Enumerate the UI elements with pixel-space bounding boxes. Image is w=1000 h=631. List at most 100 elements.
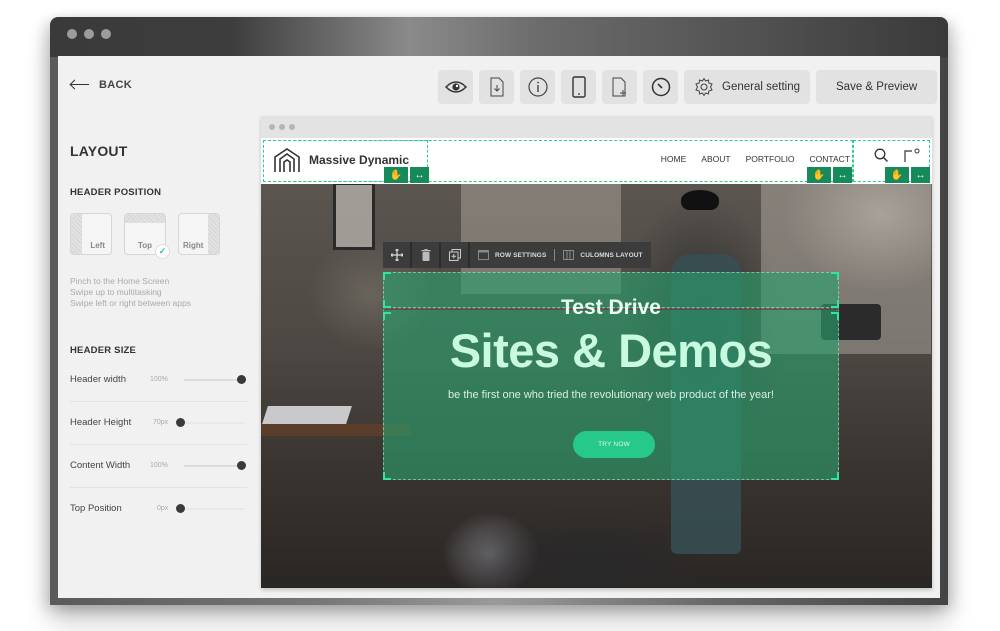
hero-section[interactable]: ROW SETTINGS CULOMNS LAYOUT Test Drive S… [261, 184, 932, 588]
compass-icon [651, 77, 670, 97]
delete-row-button[interactable] [412, 242, 441, 268]
window-minimize-button[interactable] [84, 29, 94, 39]
selection-corner [831, 272, 839, 280]
device-button[interactable] [561, 70, 596, 104]
header-position-options: Left Top ✓ Right [70, 213, 220, 259]
general-setting-button[interactable]: General setting [684, 70, 810, 104]
resize-handle[interactable]: ↔ [911, 167, 930, 183]
setting-label: Top Position [70, 503, 122, 514]
history-button[interactable] [643, 70, 678, 104]
slider-knob[interactable] [175, 418, 185, 427]
drag-handle[interactable]: ✋ [384, 167, 408, 183]
hero-description: be the first one who tried the revolutio… [448, 389, 774, 401]
try-now-button[interactable]: TRY NOW [573, 431, 655, 458]
setting-label: Header Height [70, 417, 132, 428]
sidebar-title: LAYOUT [70, 143, 128, 159]
row-settings-button[interactable]: ROW SETTINGS [470, 242, 554, 268]
window-controls [67, 29, 111, 39]
setting-label: Header width [70, 374, 126, 385]
checkmark-icon: ✓ [155, 244, 170, 259]
move-row-button[interactable] [383, 242, 412, 268]
nav-portfolio[interactable]: PORTFOLIO [746, 154, 795, 164]
gear-icon [695, 77, 713, 97]
slider-knob[interactable] [236, 375, 246, 384]
selection-corner [383, 472, 391, 480]
hand-icon: ✋ [890, 169, 904, 181]
header-width-slider[interactable] [184, 375, 246, 384]
nav-home[interactable]: HOME [661, 154, 687, 164]
layout-sidebar: LAYOUT HEADER POSITION Left Top ✓ Right … [58, 118, 259, 598]
general-setting-label: General setting [722, 81, 800, 93]
hint-line: Pinch to the Home Screen [70, 276, 170, 286]
columns-layout-label: CULOMNS LAYOUT [580, 251, 643, 259]
move-icon [390, 249, 403, 261]
info-icon [527, 77, 548, 97]
site-nav: HOME ABOUT PORTFOLIO CONTACT [661, 154, 850, 164]
window-close-button[interactable] [67, 29, 77, 39]
nav-contact[interactable]: CONTACT [810, 154, 850, 164]
preview-window-dots [269, 124, 295, 130]
save-preview-label: Save & Preview [836, 81, 918, 93]
header-size-heading: HEADER SIZE [70, 345, 137, 356]
columns-layout-button[interactable]: CULOMNS LAYOUT [555, 242, 650, 268]
hat [681, 190, 719, 210]
export-button[interactable] [479, 70, 514, 104]
site-preview: Massive Dynamic HOME ABOUT PORTFOLIO CON… [261, 116, 932, 588]
content-width-slider[interactable] [184, 461, 246, 470]
position-option-top[interactable]: Top ✓ [124, 213, 170, 259]
row-settings-icon [478, 250, 489, 260]
drag-handle[interactable]: ✋ [807, 167, 831, 183]
tablet-icon [571, 76, 586, 98]
hint-line: Swipe up to multitasking [70, 287, 162, 297]
position-option-label: Top [138, 241, 153, 250]
wall-picture [333, 184, 375, 250]
header-height-slider[interactable] [175, 418, 245, 427]
nav-about[interactable]: ABOUT [701, 154, 730, 164]
position-option-right[interactable]: Right [178, 213, 220, 255]
laptop [262, 406, 352, 424]
top-position-row: Top Position 0px [70, 488, 247, 531]
top-position-slider[interactable] [175, 504, 245, 513]
slider-knob[interactable] [236, 461, 246, 470]
back-label: BACK [99, 79, 132, 91]
content-width-row: Content Width 100% [70, 445, 247, 488]
position-option-label: Left [90, 241, 105, 250]
back-button[interactable]: BACK [70, 79, 132, 91]
position-hint: Pinch to the Home Screen Swipe up to mul… [70, 276, 191, 309]
setting-value: 70px [153, 419, 169, 426]
slider-knob[interactable] [175, 504, 185, 513]
setting-value: 100% [150, 376, 168, 383]
window-maximize-button[interactable] [101, 29, 111, 39]
search-icon[interactable] [874, 148, 889, 163]
duplicate-row-button[interactable] [441, 242, 470, 268]
file-add-icon [612, 77, 626, 97]
file-download-icon [490, 77, 503, 97]
hint-line: Swipe left or right between apps [70, 298, 191, 308]
brand-name: Massive Dynamic [309, 153, 410, 167]
columns-icon [563, 250, 575, 260]
position-option-label: Right [183, 241, 204, 250]
save-preview-button[interactable]: Save & Preview [816, 70, 938, 104]
preview-browser-bar [261, 116, 932, 138]
resize-handle[interactable]: ↔ [410, 167, 429, 183]
hero-headline: Sites & Demos [449, 324, 773, 377]
info-button[interactable] [520, 70, 555, 104]
arrow-left-icon [70, 80, 90, 90]
hand-icon: ✋ [389, 169, 403, 181]
duplicate-icon [448, 249, 461, 261]
selected-row-overlay[interactable]: Test Drive Sites & Demos be the first on… [383, 272, 839, 480]
row-toolbar: ROW SETTINGS CULOMNS LAYOUT [383, 242, 651, 268]
header-width-row: Header width 100% [70, 359, 247, 402]
builder-app: BACK General setting Save & Preview LAYO… [58, 56, 940, 598]
site-header[interactable]: Massive Dynamic HOME ABOUT PORTFOLIO CON… [261, 138, 932, 184]
resize-handle[interactable]: ↔ [833, 167, 852, 183]
preview-button[interactable] [438, 70, 473, 104]
drag-handle[interactable]: ✋ [885, 167, 909, 183]
top-toolbar: General setting Save & Preview [438, 70, 938, 104]
header-position-heading: HEADER POSITION [70, 187, 162, 198]
row-settings-label: ROW SETTINGS [495, 251, 547, 259]
new-page-button[interactable] [602, 70, 637, 104]
position-option-left[interactable]: Left [70, 213, 112, 255]
hand-icon: ✋ [812, 169, 826, 181]
user-corner-icon[interactable] [904, 148, 920, 163]
